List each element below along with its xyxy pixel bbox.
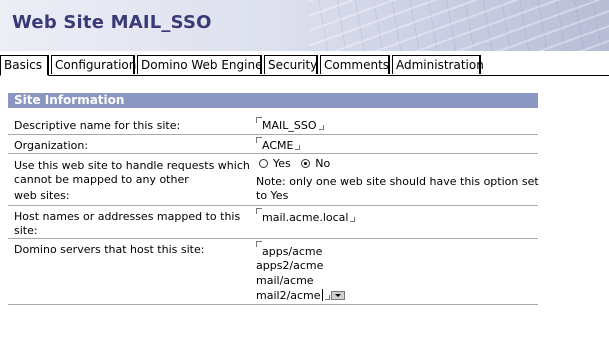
default-site-label-line2: cannot be mapped to any other [14, 173, 189, 186]
radio-no-label: No [315, 157, 331, 170]
banner-decoration [309, 0, 609, 51]
field-close-mark [318, 125, 324, 130]
descriptive-name-field[interactable]: MAIL_SSO [262, 119, 324, 132]
organization-value: ACME [262, 139, 294, 152]
organization-label: Organization: [14, 139, 89, 152]
tab-bar: Basics Configuration Domino Web Engine S… [0, 55, 609, 76]
tab-basics[interactable]: Basics [0, 55, 49, 76]
host-names-field[interactable]: mail.acme.local [262, 211, 356, 224]
host-names-label-line1: Host names or addresses mapped to this [14, 210, 241, 223]
default-site-label-line1: Use this web site to handle requests whi… [14, 159, 250, 172]
descriptive-name-value: MAIL_SSO [262, 119, 317, 132]
tab-security[interactable]: Security [264, 55, 318, 74]
radio-no[interactable]: No [301, 157, 330, 170]
default-site-note-line2: to Yes [256, 189, 289, 202]
organization-field[interactable]: ACME [262, 139, 301, 152]
radio-yes[interactable]: Yes [259, 157, 291, 170]
field-close-mark [324, 295, 330, 300]
server-item: mail2/acme [256, 289, 321, 302]
field-close-mark [350, 217, 356, 222]
text-cursor [321, 289, 323, 301]
field-close-mark [295, 145, 301, 150]
server-item-last: mail2/acme [256, 289, 345, 302]
server-item: apps/acme [262, 245, 323, 258]
row-divider [8, 153, 538, 154]
host-names-label-line2: site: [14, 224, 38, 237]
row-divider [8, 304, 538, 305]
page-title: Web Site MAIL_SSO [12, 12, 212, 33]
row-divider [8, 205, 538, 206]
tab-administration[interactable]: Administration [392, 55, 484, 74]
header-banner: Web Site MAIL_SSO [0, 0, 609, 51]
row-divider [8, 238, 538, 239]
tab-domino-web-engine[interactable]: Domino Web Engine [137, 55, 262, 74]
section-header: Site Information [8, 93, 538, 108]
descriptive-name-label: Descriptive name for this site: [14, 119, 181, 132]
radio-yes-label: Yes [273, 157, 291, 170]
dropdown-arrow-icon[interactable] [330, 291, 345, 300]
server-item: apps2/acme [256, 259, 324, 272]
radio-yes-circle[interactable] [259, 159, 268, 168]
default-site-note-line1: Note: only one web site should have this… [256, 175, 539, 188]
server-item: mail/acme [256, 274, 314, 287]
host-names-value: mail.acme.local [262, 211, 349, 224]
tab-configuration[interactable]: Configuration [51, 55, 136, 74]
radio-no-circle[interactable] [301, 159, 311, 168]
default-site-radio-group: Yes No [259, 157, 330, 170]
tab-comments[interactable]: Comments [320, 55, 390, 74]
domino-servers-label: Domino servers that host this site: [14, 243, 205, 256]
default-site-label-line3: web sites: [14, 189, 70, 202]
row-divider [8, 134, 538, 135]
